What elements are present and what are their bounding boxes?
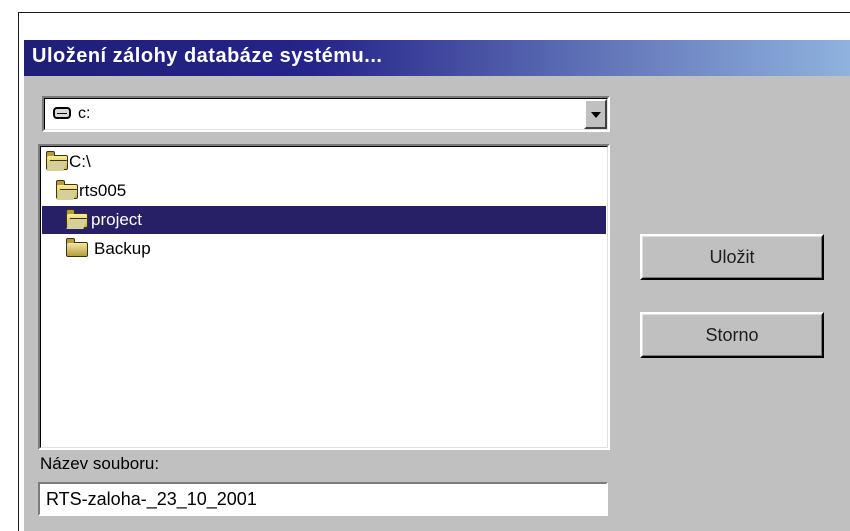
drive-selector-bevel xyxy=(44,98,608,130)
folder-item-root[interactable]: C:\ xyxy=(42,148,606,176)
open-folder-icon xyxy=(56,180,78,199)
folder-icon xyxy=(66,238,88,257)
open-folder-icon xyxy=(66,209,88,228)
dialog-title: Uložení zálohy databáze systému... xyxy=(32,45,383,67)
save-backup-dialog: Uložení zálohy databáze systému... c: C:… xyxy=(24,40,850,531)
save-button[interactable]: Uložit xyxy=(640,234,824,280)
drive-dropdown-button[interactable] xyxy=(584,99,607,129)
selected-drive: c: xyxy=(78,105,91,122)
folder-label: C:\ xyxy=(69,152,91,171)
drive-icon xyxy=(53,107,71,119)
cancel-button[interactable]: Storno xyxy=(640,312,824,358)
title-bar: Uložení zálohy databáze systému... xyxy=(24,40,850,76)
drive-selector[interactable]: c: xyxy=(42,96,610,132)
folder-list[interactable]: C:\ rts005 project Backup xyxy=(38,144,610,450)
file-name-input[interactable] xyxy=(38,482,608,516)
chevron-down-icon xyxy=(590,112,601,118)
folder-item-project[interactable]: project xyxy=(42,206,606,234)
folder-label: project xyxy=(91,210,143,229)
folder-item-rts005[interactable]: rts005 xyxy=(42,177,606,205)
file-name-label: Název souboru: xyxy=(40,454,160,473)
folder-item-backup[interactable]: Backup xyxy=(42,235,606,263)
folder-label: Backup xyxy=(94,239,151,258)
open-folder-icon xyxy=(46,151,68,170)
folder-label: rts005 xyxy=(79,181,127,200)
